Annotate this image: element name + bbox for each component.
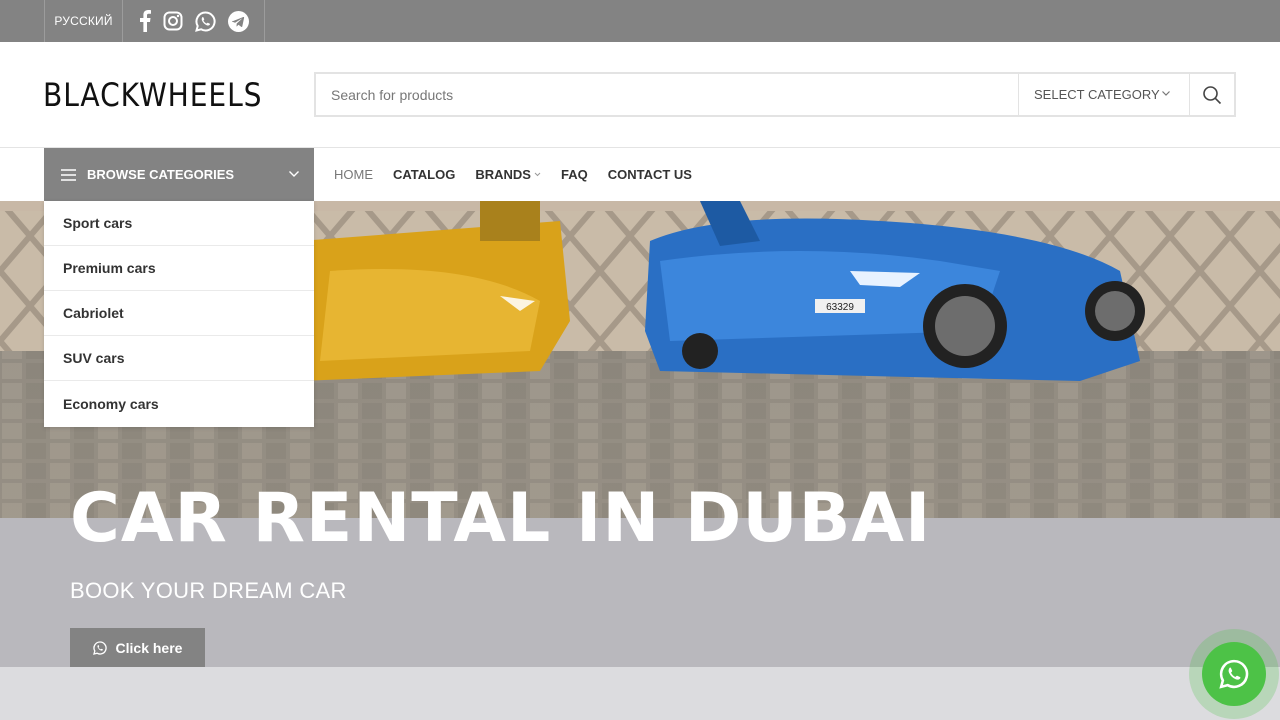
instagram-icon[interactable] [163,11,183,31]
category-item-economy-cars[interactable]: Economy cars [44,381,314,426]
hamburger-icon [61,168,76,181]
nav-item-home[interactable]: HOME [334,167,373,182]
social-links [123,0,265,42]
language-switcher[interactable]: РУССКИЙ [44,0,123,42]
facebook-icon[interactable] [139,10,151,32]
nav-item-faq[interactable]: FAQ [561,167,588,182]
site-header: BLACKWHEELS SELECT CATEGORY [0,42,1280,148]
category-item-sport-cars[interactable]: Sport cars [44,201,314,246]
category-item-premium-cars[interactable]: Premium cars [44,246,314,291]
search-button[interactable] [1189,74,1234,115]
nav-item-contact-us[interactable]: CONTACT US [608,167,692,182]
browse-categories-label: BROWSE CATEGORIES [87,167,235,182]
category-select-label: SELECT CATEGORY [1034,87,1160,102]
telegram-icon[interactable] [227,10,249,32]
click-here-label: Click here [115,639,183,656]
chevron-down-icon [1162,91,1170,96]
nav-item-brands-label: BRANDS [475,167,531,182]
license-plate: 63329 [826,302,854,313]
page-bottom-section [0,667,1280,720]
top-bar: РУССКИЙ [0,0,1280,42]
browse-categories-button[interactable]: BROWSE CATEGORIES [44,148,314,201]
hero-subtitle: BOOK YOUR DREAM CAR [70,578,347,603]
nav-item-catalog[interactable]: CATALOG [393,167,455,182]
categories-dropdown: Sport cars Premium cars Cabriolet SUV ca… [44,201,314,427]
search-icon [1203,85,1222,104]
search-bar: SELECT CATEGORY [314,72,1236,117]
nav-item-brands[interactable]: BRANDS [475,167,541,182]
hero-title: CAR RENTAL IN DUBAI [70,479,932,558]
click-here-button[interactable]: Click here [70,628,205,667]
whatsapp-float-button[interactable] [1189,629,1279,719]
main-navigation: BROWSE CATEGORIES HOME CATALOG BRANDS FA… [0,148,1280,201]
category-item-cabriolet[interactable]: Cabriolet [44,291,314,336]
nav-menu: HOME CATALOG BRANDS FAQ CONTACT US [334,148,692,201]
chevron-down-icon [289,171,299,177]
search-input[interactable] [316,74,1018,115]
category-select[interactable]: SELECT CATEGORY [1018,74,1189,115]
whatsapp-float-inner [1202,642,1266,706]
whatsapp-icon [1219,659,1249,689]
category-item-suv-cars[interactable]: SUV cars [44,336,314,381]
whatsapp-icon [92,640,107,655]
chevron-down-icon [534,172,541,177]
site-logo[interactable]: BLACKWHEELS [43,76,262,114]
whatsapp-icon[interactable] [194,10,216,32]
